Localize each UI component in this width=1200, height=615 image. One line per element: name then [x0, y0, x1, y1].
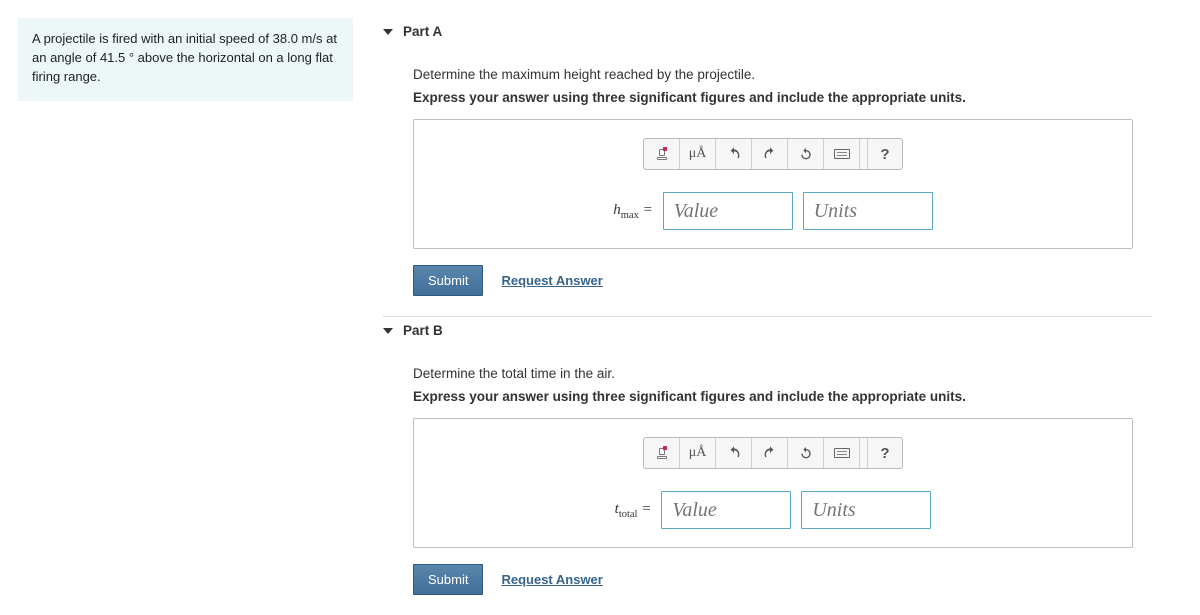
- symbols-button[interactable]: μÅ: [680, 139, 716, 169]
- part-a-units-input[interactable]: [803, 192, 933, 230]
- mu-angstrom-icon: μÅ: [689, 146, 707, 162]
- part-a-question: Determine the maximum height reached by …: [413, 67, 1152, 82]
- problem-text: A projectile is fired with an initial sp…: [32, 31, 337, 84]
- symbols-button[interactable]: μÅ: [680, 438, 716, 468]
- part-a-title: Part A: [403, 24, 442, 39]
- undo-icon: [726, 146, 742, 162]
- part-a-toggle[interactable]: Part A: [383, 18, 1152, 45]
- part-b-toggle[interactable]: Part B: [383, 317, 1152, 344]
- templates-icon: [657, 448, 667, 459]
- part-b-toolbar: μÅ: [643, 437, 903, 469]
- reset-icon: [798, 445, 814, 461]
- help-button[interactable]: ?: [868, 139, 902, 169]
- part-b-request-answer-link[interactable]: Request Answer: [501, 572, 602, 587]
- help-icon: ?: [880, 146, 889, 163]
- part-b-units-input[interactable]: [801, 491, 931, 529]
- part-a-value-input[interactable]: [663, 192, 793, 230]
- undo-button[interactable]: [716, 139, 752, 169]
- part-a-variable: hmax =: [613, 202, 652, 221]
- keyboard-icon: [834, 149, 850, 159]
- part-b-input-row: ttotal =: [432, 491, 1114, 529]
- reset-button[interactable]: [788, 438, 824, 468]
- main-content: Part A Determine the maximum height reac…: [383, 18, 1182, 615]
- part-b-title: Part B: [403, 323, 443, 338]
- reset-icon: [798, 146, 814, 162]
- problem-statement: A projectile is fired with an initial sp…: [18, 18, 353, 101]
- help-icon: ?: [880, 445, 889, 462]
- part-b-instruction: Express your answer using three signific…: [413, 389, 1152, 404]
- part-b-submit-button[interactable]: Submit: [413, 564, 483, 595]
- part-b-variable: ttotal =: [615, 501, 652, 520]
- redo-icon: [762, 146, 778, 162]
- help-button[interactable]: ?: [868, 438, 902, 468]
- keyboard-icon: [834, 448, 850, 458]
- part-b: Part B Determine the total time in the a…: [383, 317, 1152, 615]
- keyboard-button[interactable]: [824, 139, 860, 169]
- redo-icon: [762, 445, 778, 461]
- templates-button[interactable]: [644, 438, 680, 468]
- redo-button[interactable]: [752, 438, 788, 468]
- part-a-answer-box: μÅ: [413, 119, 1133, 249]
- toolbar-divider: [860, 438, 868, 468]
- toolbar-divider: [860, 139, 868, 169]
- part-b-answer-box: μÅ: [413, 418, 1133, 548]
- keyboard-button[interactable]: [824, 438, 860, 468]
- part-a-instruction: Express your answer using three signific…: [413, 90, 1152, 105]
- templates-button[interactable]: [644, 139, 680, 169]
- mu-angstrom-icon: μÅ: [689, 445, 707, 461]
- part-a: Part A Determine the maximum height reac…: [383, 18, 1152, 317]
- part-b-value-input[interactable]: [661, 491, 791, 529]
- templates-icon: [657, 149, 667, 160]
- part-a-input-row: hmax =: [432, 192, 1114, 230]
- reset-button[interactable]: [788, 139, 824, 169]
- part-b-question: Determine the total time in the air.: [413, 366, 1152, 381]
- part-a-request-answer-link[interactable]: Request Answer: [501, 273, 602, 288]
- part-a-toolbar: μÅ: [643, 138, 903, 170]
- undo-icon: [726, 445, 742, 461]
- caret-down-icon: [383, 29, 393, 35]
- undo-button[interactable]: [716, 438, 752, 468]
- redo-button[interactable]: [752, 139, 788, 169]
- part-a-submit-button[interactable]: Submit: [413, 265, 483, 296]
- caret-down-icon: [383, 328, 393, 334]
